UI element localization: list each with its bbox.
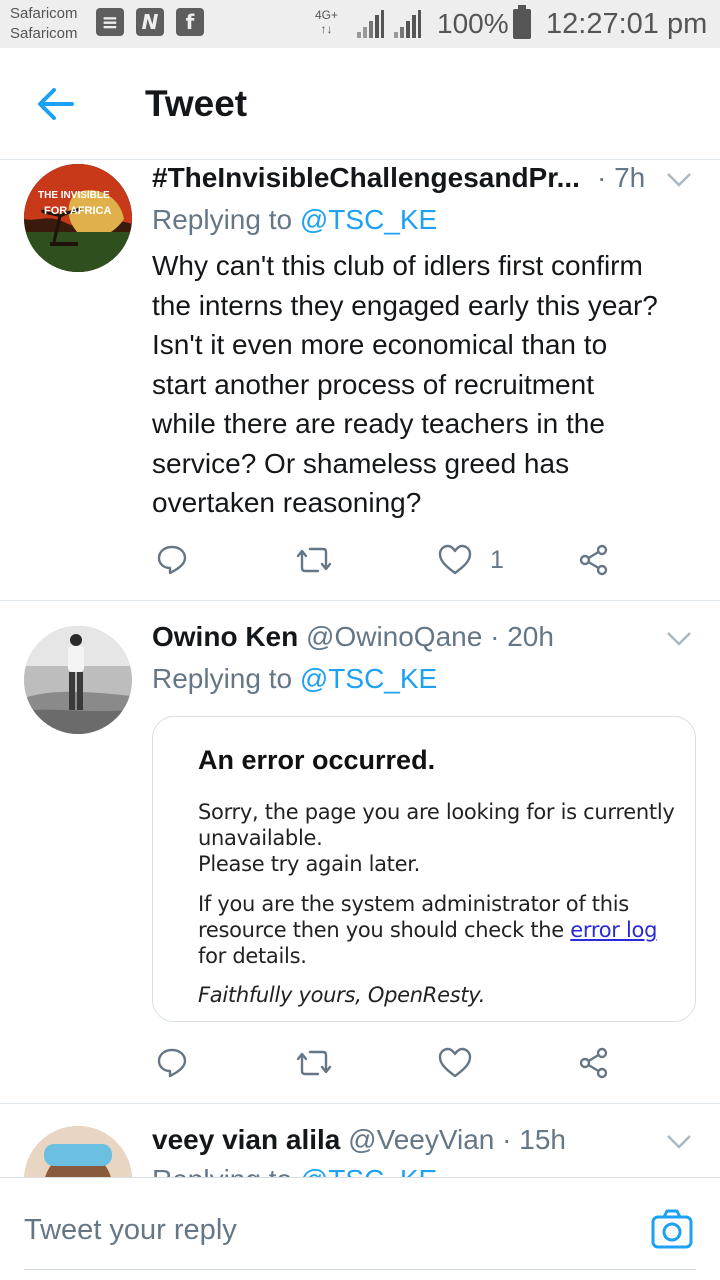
status-bar: Safaricom Safaricom ≡ N f 4G+ ↑↓ 100% 12… bbox=[0, 0, 720, 48]
mention-link[interactable]: @TSC_KE bbox=[300, 663, 437, 694]
author-name: Owino Ken bbox=[152, 621, 299, 652]
heart-icon bbox=[438, 544, 472, 575]
chevron-down-icon[interactable] bbox=[666, 172, 692, 188]
retweet-icon bbox=[296, 1050, 332, 1076]
retweet-icon bbox=[296, 547, 332, 573]
replying-to: Replying to @TSC_KE bbox=[152, 204, 438, 235]
tweet[interactable]: Owino Ken @OwinoQane · 20h Replying to @… bbox=[0, 601, 720, 1104]
camera-icon[interactable] bbox=[651, 1208, 693, 1250]
tweet-time: · 20h bbox=[490, 621, 554, 652]
clock: 12:27:01 pm bbox=[546, 8, 708, 40]
author-handle: @VeeyVian bbox=[348, 1124, 495, 1155]
facebook-icon: f bbox=[176, 8, 204, 36]
avatar-text-1: THE INVISIBLE bbox=[38, 190, 110, 201]
avatar-text-2: FOR AFRICA bbox=[44, 205, 111, 217]
retweet-button[interactable] bbox=[296, 540, 332, 580]
reply-button[interactable] bbox=[156, 1043, 188, 1083]
tweet-author[interactable]: #TheInvisibleChallengesandPr... bbox=[152, 160, 590, 196]
avatar[interactable]: THE INVISIBLE FOR AFRICA bbox=[24, 164, 132, 272]
chevron-down-icon[interactable] bbox=[666, 1134, 692, 1150]
tweet-time: · 7h bbox=[597, 162, 646, 193]
composer-underline bbox=[24, 1269, 696, 1270]
replying-to: Replying to @TSC_KE bbox=[152, 1162, 437, 1177]
author-name: veey vian alila bbox=[152, 1124, 341, 1155]
avatar[interactable] bbox=[24, 1126, 132, 1177]
like-button[interactable]: 1 bbox=[438, 540, 504, 580]
network-type: 4G+ ↑↓ bbox=[315, 8, 339, 36]
share-button[interactable] bbox=[578, 540, 610, 580]
tweet[interactable]: THE INVISIBLE FOR AFRICA #TheInvisibleCh… bbox=[0, 160, 720, 601]
error-log-link[interactable]: error log bbox=[570, 918, 657, 942]
tweet-text: Why can't this club of idlers first conf… bbox=[152, 250, 658, 518]
share-icon bbox=[579, 1047, 608, 1079]
like-button[interactable] bbox=[438, 1043, 472, 1083]
carrier-2: Safaricom bbox=[10, 25, 78, 42]
n-icon: N bbox=[136, 8, 164, 36]
document-icon: ≡ bbox=[96, 8, 124, 36]
app-header: Tweet bbox=[0, 48, 720, 160]
card-admin-text: If you are the system administrator of t… bbox=[198, 892, 658, 968]
tweet[interactable]: veey vian alila @VeeyVian · 15h Replying… bbox=[0, 1104, 720, 1177]
reply-icon bbox=[157, 1048, 187, 1078]
author-handle: @OwinoQane bbox=[306, 621, 483, 652]
card-signature: Faithfully yours, OpenResty. bbox=[198, 983, 486, 1007]
reply-icon bbox=[157, 545, 187, 575]
mention-link[interactable]: @TSC_KE bbox=[300, 204, 437, 235]
avatar[interactable] bbox=[24, 626, 132, 734]
mention-link[interactable]: @TSC_KE bbox=[300, 1164, 437, 1177]
arrow-left-icon bbox=[38, 88, 74, 120]
card-text: Sorry, the page you are looking for is c… bbox=[198, 800, 675, 876]
signal-2-icon bbox=[394, 10, 421, 38]
carrier-names: Safaricom Safaricom bbox=[10, 4, 78, 44]
link-preview-card[interactable]: An error occurred. Sorry, the page you a… bbox=[152, 716, 696, 1022]
tweet-actions bbox=[152, 1043, 622, 1083]
share-button[interactable] bbox=[578, 1043, 610, 1083]
like-count: 1 bbox=[490, 545, 504, 574]
carrier-1: Safaricom bbox=[10, 5, 78, 22]
share-icon bbox=[579, 544, 608, 576]
tweet-author[interactable]: Owino Ken @OwinoQane · 20h bbox=[152, 619, 640, 655]
chevron-down-icon[interactable] bbox=[666, 631, 692, 647]
battery-percent: 100% bbox=[437, 8, 509, 39]
battery-icon bbox=[513, 5, 531, 39]
reply-input[interactable]: Tweet your reply bbox=[24, 1208, 624, 1252]
author-name: #TheInvisibleChallengesandPr... bbox=[152, 162, 580, 193]
reply-button[interactable] bbox=[156, 540, 188, 580]
retweet-button[interactable] bbox=[296, 1043, 332, 1083]
notification-icons: ≡ N f bbox=[96, 8, 204, 36]
tweet-time: · 15h bbox=[502, 1124, 566, 1155]
tweet-actions: 1 bbox=[152, 540, 622, 580]
card-heading: An error occurred. bbox=[198, 745, 436, 775]
signal-1-icon bbox=[357, 10, 384, 38]
tweet-author[interactable]: veey vian alila @VeeyVian · 15h bbox=[152, 1122, 640, 1158]
data-arrows-icon: ↑↓ bbox=[320, 22, 333, 36]
replying-to: Replying to @TSC_KE bbox=[152, 663, 438, 694]
heart-icon bbox=[438, 1047, 472, 1078]
page-title: Tweet bbox=[145, 83, 248, 124]
back-button[interactable] bbox=[30, 82, 82, 126]
reply-composer: Tweet your reply bbox=[0, 1177, 720, 1280]
